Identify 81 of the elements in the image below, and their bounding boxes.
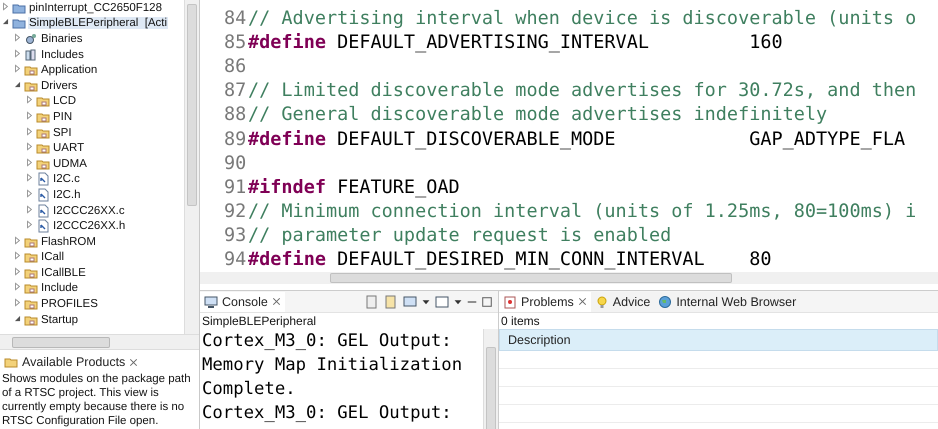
console-output: Memory Map Initialization — [202, 354, 464, 377]
console-output: Cortex_M3_0: GEL Output: — [202, 330, 453, 353]
line-number: 85 — [224, 32, 248, 53]
code-comment: // Limited discoverable mode advertises for 30.72s, and then — [248, 80, 916, 102]
expanded-arrow-icon — [1, 17, 10, 26]
tree-item[interactable]: SimpleBLEPeripheral [Acti — [28, 17, 168, 30]
file-icon — [36, 219, 50, 234]
console-tab[interactable]: Console — [200, 292, 285, 312]
tree-item[interactable]: PIN — [52, 110, 74, 123]
line-number: 84 — [224, 8, 248, 29]
preprocessor-keyword: #define — [248, 32, 326, 53]
macro-value: 80 — [749, 249, 772, 270]
gear-icon — [24, 32, 38, 46]
preprocessor-keyword: #define — [248, 128, 326, 150]
tree-item[interactable]: Drivers — [40, 80, 78, 92]
tree-item[interactable]: Binaries — [40, 32, 84, 45]
expanded-arrow-icon — [13, 314, 22, 323]
line-number: 90 — [224, 152, 248, 174]
caret-icon — [454, 298, 462, 306]
close-icon — [129, 358, 138, 366]
macro-name: DEFAULT_DISCOVERABLE_MODE — [337, 128, 617, 150]
macro-name: DEFAULT_ADVERTISING_INTERVAL — [337, 32, 650, 53]
info-message: Shows modules on the package path of a RTSC project. This view is currently empty because there is no RTSC Configuration File open. — [1, 372, 192, 428]
line-number: 87 — [224, 80, 248, 102]
column-header[interactable]: Description — [499, 329, 938, 351]
line-number: 89 — [224, 128, 248, 150]
tree-item[interactable]: ICallBLE — [40, 266, 87, 279]
panel-tab[interactable]: Problems — [499, 292, 591, 312]
maximize-icon — [482, 296, 492, 306]
close-icon — [578, 297, 587, 306]
code-comment: // Advertising interval when device is discoverable (units o — [248, 8, 916, 29]
tree-item[interactable]: Startup — [40, 314, 80, 326]
file-icon — [36, 172, 50, 186]
tree-item[interactable]: I2C.h — [52, 188, 82, 201]
clipboard-icon — [503, 294, 517, 308]
macro-name: DEFAULT_DESIRED_MIN_CONN_INTERVAL — [337, 249, 706, 270]
caret-icon — [422, 298, 430, 306]
preprocessor-keyword: #define — [248, 249, 326, 270]
library-icon — [24, 48, 38, 62]
tree-item[interactable]: PROFILES — [40, 298, 99, 310]
tree-item[interactable]: Include — [40, 282, 80, 294]
macro-name: FEATURE_OAD — [337, 176, 460, 198]
monitor-icon — [204, 294, 218, 308]
monitor-icon — [403, 294, 417, 308]
tree-item[interactable]: SPI — [52, 126, 73, 139]
file-icon — [36, 204, 50, 218]
line-number: 93 — [224, 225, 248, 246]
tree-item[interactable]: I2CCC26XX.h — [52, 220, 126, 232]
close-icon — [272, 297, 281, 306]
code-comment: // parameter update request is enabled — [248, 225, 672, 246]
file-icon — [36, 188, 50, 202]
tree-item[interactable]: I2C.c — [52, 173, 81, 186]
console-output: Complete. — [202, 378, 297, 401]
document-icon — [384, 294, 398, 308]
line-number: 88 — [224, 104, 248, 126]
macro-value: 160 — [749, 32, 783, 53]
preprocessor-keyword: #ifndef — [248, 176, 326, 198]
tree-item[interactable]: ICall — [40, 251, 66, 264]
document-icon — [365, 294, 379, 308]
item-count: 0 items — [500, 313, 541, 329]
tree-item[interactable]: UDMA — [52, 158, 88, 170]
tree-item[interactable]: I2CCC26XX.c — [52, 204, 126, 217]
code-comment: // General discoverable mode advertises indefinitely — [248, 104, 828, 126]
line-number: 91 — [224, 176, 248, 198]
line-number: 94 — [224, 249, 248, 270]
console-output: Cortex_M3_0: GEL Output: — [202, 402, 453, 425]
tree-item[interactable]: Application — [40, 64, 98, 76]
tree-item[interactable]: FlashROM — [40, 236, 97, 248]
lightbulb-icon — [594, 294, 609, 308]
window-icon — [435, 294, 449, 308]
macro-value: GAP_ADTYPE_FLA — [749, 128, 906, 150]
expanded-arrow-icon — [13, 80, 22, 89]
line-number: 86 — [224, 56, 248, 77]
tree-item[interactable]: Includes — [40, 48, 85, 61]
process-name: SimpleBLEPeripheral — [201, 313, 318, 329]
collapsed-arrow-icon — [1, 2, 10, 11]
line-number: 92 — [224, 201, 248, 222]
tree-item[interactable]: LCD — [52, 95, 78, 108]
tree-item[interactable]: pinInterrupt_CC2650F128 — [28, 2, 163, 14]
code-comment: // Minimum connection interval (units of 1.25ms, 80=100ms) i — [248, 201, 916, 222]
tree-item[interactable]: UART — [52, 142, 86, 154]
